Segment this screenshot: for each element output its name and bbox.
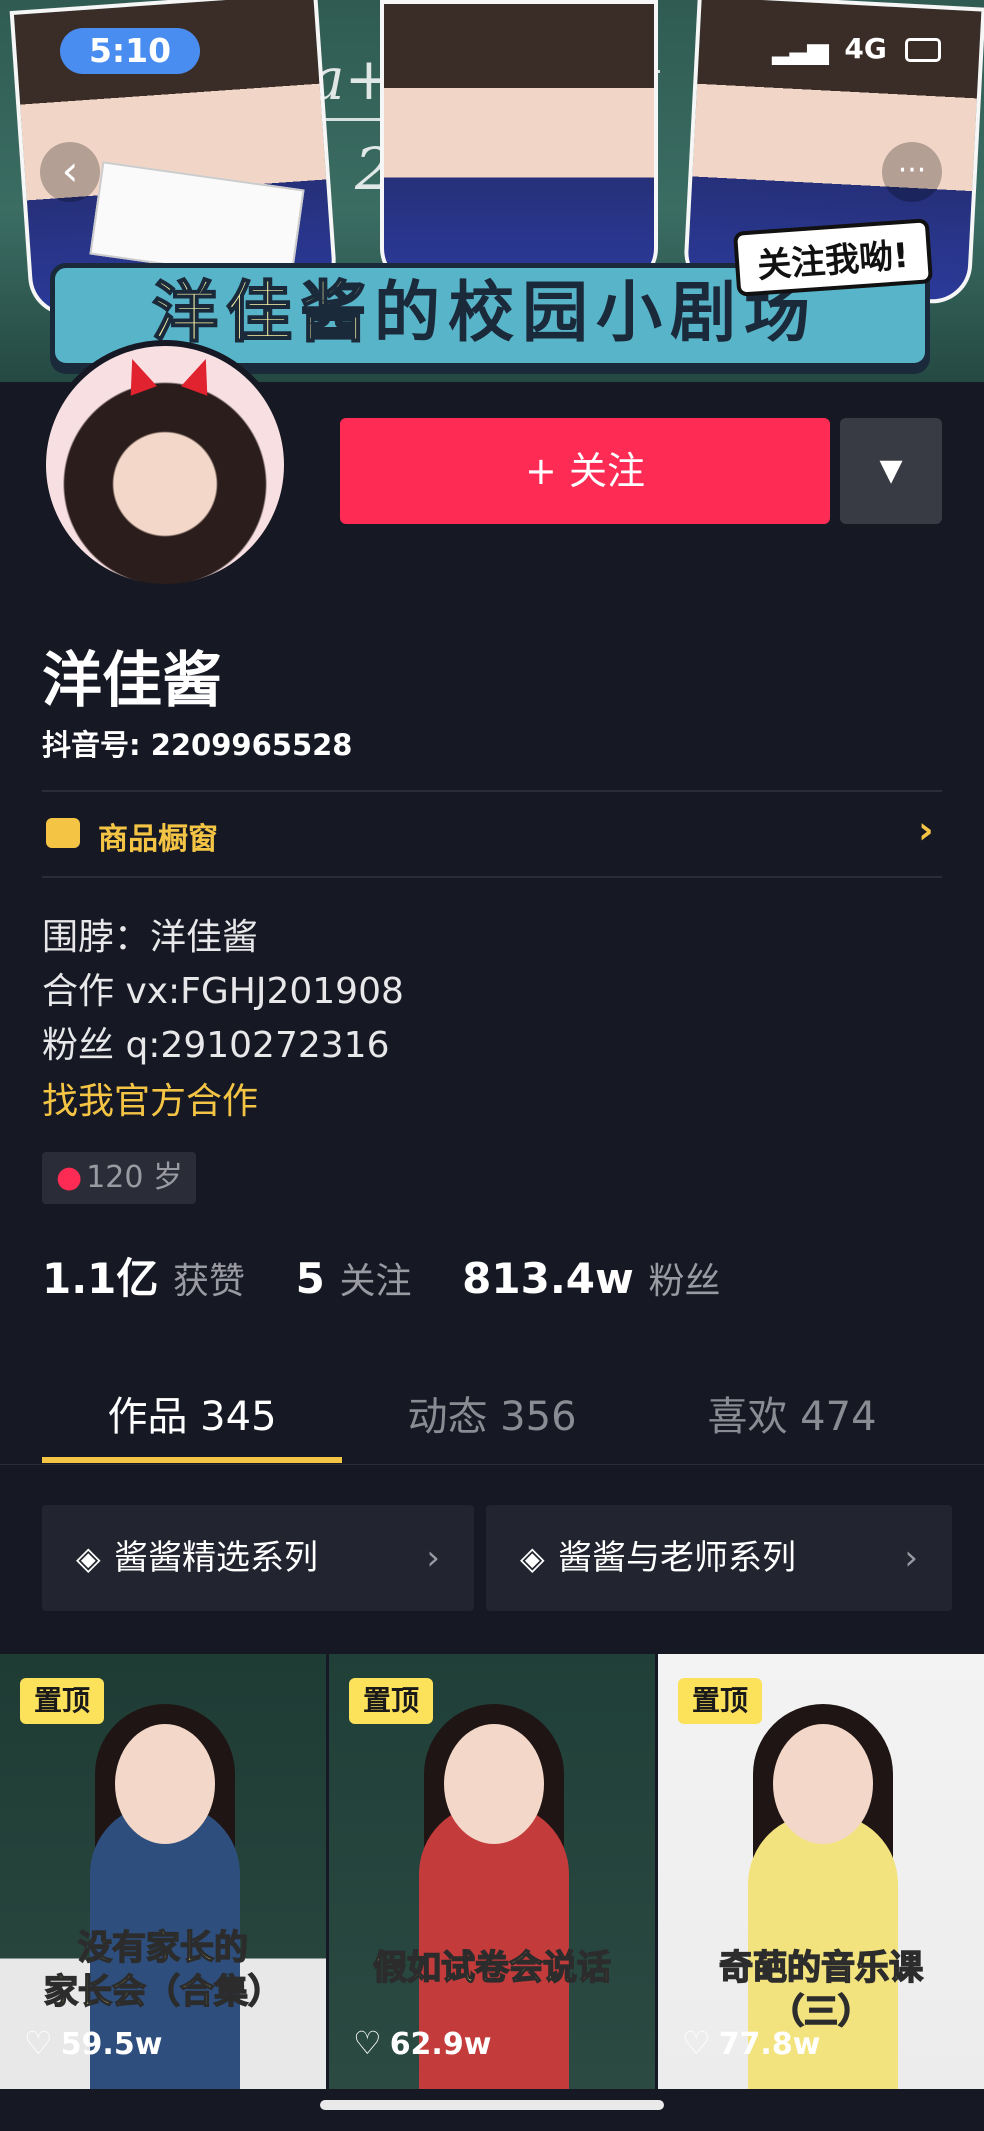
more-button[interactable]: ··· [882,142,942,202]
dropdown-button[interactable]: ▼ [840,418,942,524]
banner-title-highlight: 洋佳酱 [151,273,374,352]
battery-icon [904,38,941,62]
divider [42,876,942,878]
likes-label: 获赞 [173,1261,246,1302]
video-likes: ♡ 59.5w [24,2024,162,2062]
followers-label[interactable]: 粉丝 [648,1261,720,1302]
banner-sticker: 关注我呦! [732,218,933,297]
profile-uid: 抖音号: 2209965528 [42,728,353,762]
profile-name: 洋佳酱 [42,646,222,716]
chevron-right-icon: › [426,1538,440,1578]
heart-icon: ♡ [24,2024,53,2062]
divider [0,1464,984,1465]
avatar-horn-left [119,354,157,396]
following-label[interactable]: 关注 [340,1261,412,1302]
avatar-horn-right [181,354,219,396]
likes-count: 62.9w [389,2027,492,2062]
series-label: 酱酱精选系列 [114,1538,318,1578]
network-label: 4G [844,32,887,65]
likes-count: 77.8w [718,2027,821,2062]
video-likes: ♡ 77.8w [682,2024,820,2062]
layers-icon: ◈ [520,1539,545,1577]
pinned-badge: 置顶 [678,1678,763,1724]
status-time: 5:10 [60,28,200,74]
tab-activity[interactable]: 动态 356 [328,1384,656,1442]
heart-icon: ♡ [353,2024,382,2062]
bio-link[interactable]: 找我官方合作 [42,1072,258,1124]
bio-line: 围脖：洋佳酱 [42,917,259,958]
person-icon: ● [56,1160,83,1195]
avatar[interactable] [40,340,290,590]
age-tag: ● 120 岁 [42,1152,196,1204]
followers-count[interactable]: 813.4w [462,1254,634,1303]
home-indicator[interactable] [320,2100,664,2110]
tab-works[interactable]: 作品 345 [28,1384,356,1442]
chevron-right-icon[interactable]: › [918,808,934,852]
signal-icon: ▂▃▅ [772,32,829,65]
banner-person-center [380,0,658,288]
back-button[interactable]: ‹ [40,142,100,202]
series-label: 酱酱与老师系列 [558,1538,796,1578]
figure-face [444,1724,544,1844]
video-caption: 家长会（合集） [43,1971,283,2013]
profile-stats: 1.1亿 获赞 5 关注 813.4w 粉丝 [42,1245,756,1306]
video-thumbnail[interactable]: 置顶 奇葩的音乐课 （三） ♡ 77.8w [658,1654,984,2089]
pinned-badge: 置顶 [349,1678,434,1724]
video-caption: 假如试卷会说话 [372,1947,612,1989]
shop-label[interactable]: 商品橱窗 [98,814,218,858]
video-likes: ♡ 62.9w [353,2024,491,2062]
likes-count: 1.1亿 [42,1254,159,1303]
layers-icon: ◈ [76,1539,101,1577]
video-caption: 奇葩的音乐课 [718,1947,924,1989]
tab-liked[interactable]: 喜欢 474 [628,1384,956,1442]
video-thumbnail[interactable]: 置顶 假如试卷会说话 ♡ 62.9w [329,1654,655,2089]
bio-line: 粉丝 q:2910272316 [42,1025,390,1066]
chevron-down-icon: ▼ [879,453,903,488]
shop-icon [46,818,80,848]
age-tag-label: 120 岁 [86,1160,183,1195]
figure-face [773,1724,873,1844]
likes-count: 59.5w [60,2027,163,2062]
tab-indicator [42,1457,342,1463]
video-thumbnail[interactable]: 置顶 没有家长的 家长会（合集） ♡ 59.5w [0,1654,326,2089]
chevron-right-icon: › [904,1538,918,1578]
bio-line: 合作 vx:FGHJ201908 [42,971,404,1012]
figure-face [115,1724,215,1844]
follow-button[interactable]: + 关注 [340,418,830,524]
status-right: ▂▃▅ 4G [772,32,941,65]
following-count[interactable]: 5 [296,1254,325,1303]
series-card[interactable]: ◈ 酱酱与老师系列 › [486,1505,952,1611]
video-caption: 没有家长的 [77,1927,249,1969]
series-card[interactable]: ◈ 酱酱精选系列 › [42,1505,474,1611]
pinned-badge: 置顶 [20,1678,105,1724]
heart-icon: ♡ [682,2024,711,2062]
